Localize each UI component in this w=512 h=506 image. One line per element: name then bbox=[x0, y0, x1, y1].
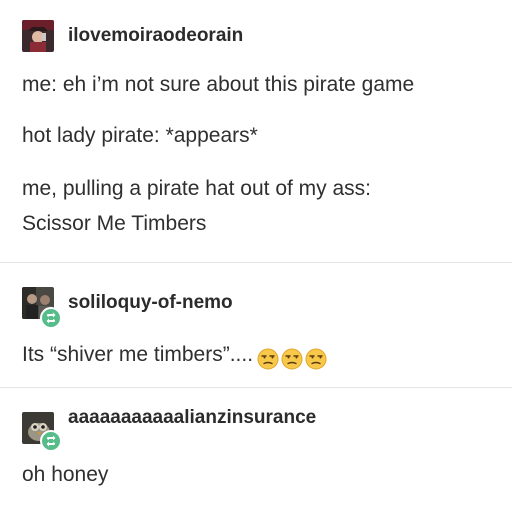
post-text-line: hot lady pirate: *appears* bbox=[22, 124, 258, 147]
avatar-image-icon bbox=[22, 20, 54, 52]
avatar-ilovemoiraodeorain[interactable] bbox=[22, 20, 54, 52]
post-text-line: me, pulling a pirate hat out of my ass: bbox=[22, 177, 372, 200]
post-text: Its “shiver me timbers”.... bbox=[22, 343, 254, 366]
reblog-icon bbox=[40, 307, 62, 329]
post-text: oh honey bbox=[22, 463, 109, 486]
unamused-face-icon bbox=[257, 348, 279, 370]
username[interactable]: ilovemoiraodeorain bbox=[68, 25, 243, 47]
unamused-face-icon bbox=[281, 348, 303, 370]
post-text-line: me: eh i’m not sure about this pirate ga… bbox=[22, 73, 415, 96]
post-reblog-1: soliloquy-of-nemo Its “shiver me timbers… bbox=[0, 263, 512, 387]
post-original: ilovemoiraodeorain me: eh i’m not sure a… bbox=[0, 0, 512, 262]
username[interactable]: soliloquy-of-nemo bbox=[68, 292, 233, 314]
reblog-icon bbox=[40, 430, 62, 452]
post-text-line: Its “shiver me timbers”.... bbox=[22, 343, 329, 371]
unamused-face-icon bbox=[305, 348, 327, 370]
post-text-line: Scissor Me Timbers bbox=[22, 212, 207, 235]
post-reblog-2: aaaaaaaaaaalianzinsurance oh honey bbox=[0, 388, 512, 506]
username[interactable]: aaaaaaaaaaalianzinsurance bbox=[68, 407, 316, 429]
emoji-row bbox=[257, 347, 329, 371]
